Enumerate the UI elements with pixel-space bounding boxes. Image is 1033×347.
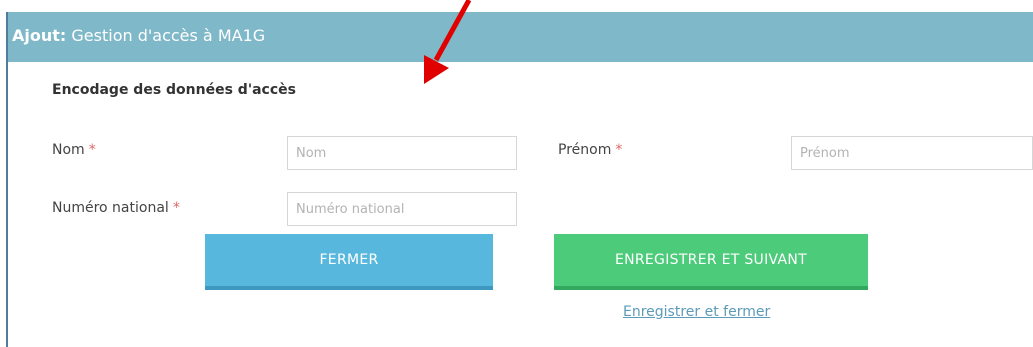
nom-label: Nom * xyxy=(52,142,96,158)
save-and-close-link[interactable]: Enregistrer et fermer xyxy=(623,304,770,320)
nom-label-text: Nom xyxy=(52,142,85,158)
header-title: Gestion d'accès à MA1G xyxy=(71,26,266,45)
required-mark: * xyxy=(88,142,96,158)
dialog-header: Ajout: Gestion d'accès à MA1G xyxy=(8,12,1033,62)
required-mark: * xyxy=(172,200,180,216)
numero-national-input[interactable] xyxy=(287,192,517,226)
section-title: Encodage des données d'accès xyxy=(52,82,296,98)
header-prefix: Ajout: xyxy=(12,26,67,45)
nom-input[interactable] xyxy=(287,136,517,170)
prenom-label-text: Prénom xyxy=(558,142,612,158)
numero-national-label: Numéro national * xyxy=(52,200,180,216)
prenom-input[interactable] xyxy=(791,136,1033,170)
close-button[interactable]: FERMER xyxy=(205,234,493,290)
prenom-label: Prénom * xyxy=(558,142,622,158)
required-mark: * xyxy=(615,142,623,158)
numero-national-label-text: Numéro national xyxy=(52,200,169,216)
save-and-next-button[interactable]: ENREGISTRER ET SUIVANT xyxy=(554,234,868,290)
dialog-panel: Ajout: Gestion d'accès à MA1G xyxy=(6,12,1033,347)
